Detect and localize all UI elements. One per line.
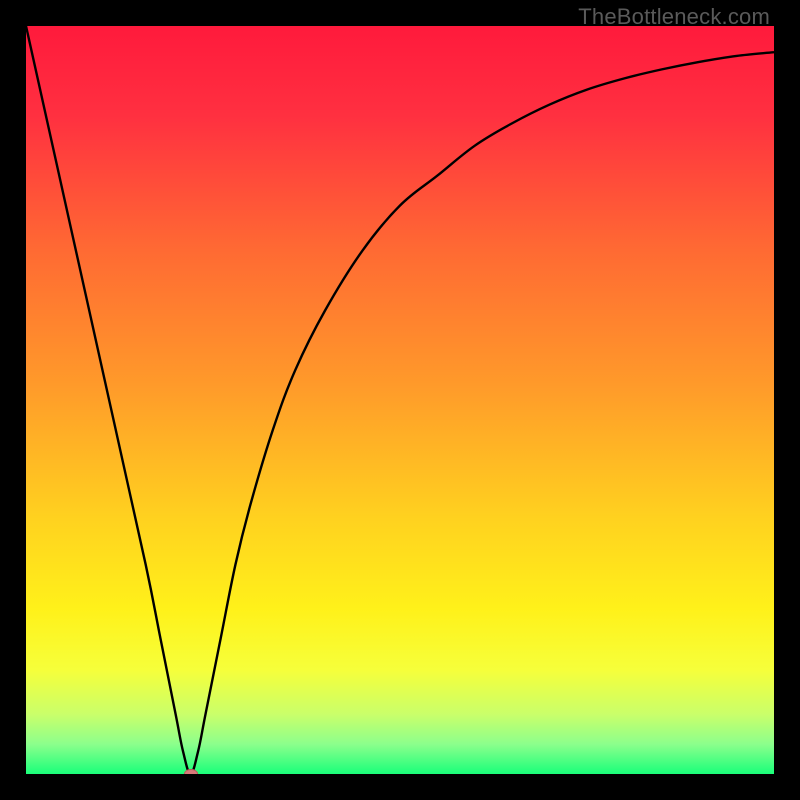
chart-frame: TheBottleneck.com [0, 0, 800, 800]
optimal-point-marker [184, 769, 198, 774]
bottleneck-curve [26, 26, 774, 774]
plot-area [26, 26, 774, 774]
curve-layer [26, 26, 774, 774]
watermark-text: TheBottleneck.com [578, 4, 770, 30]
